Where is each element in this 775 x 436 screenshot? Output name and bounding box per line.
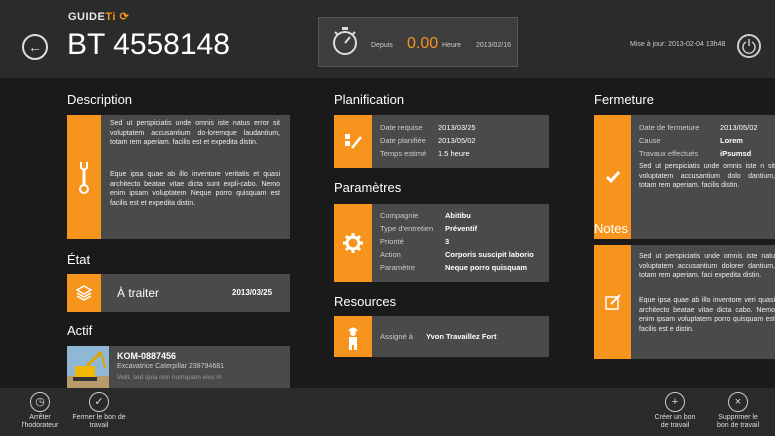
power-icon xyxy=(742,39,756,54)
resources-value: Yvon Travaillez Fort xyxy=(426,332,497,341)
actif-card[interactable]: KOM-0887456 Excavatrice Caterpillar 2387… xyxy=(67,346,290,388)
resources-card[interactable]: Assigné à Yvon Travaillez Fort xyxy=(334,316,549,357)
param-label-2: Priorité xyxy=(380,237,404,246)
logo-mark-icon: ⟳ xyxy=(115,11,130,23)
stopwatch-icon xyxy=(333,27,357,55)
hours-value: 0.00 xyxy=(407,35,439,52)
timer-panel: Depuis 0.00 Heure 2013/02/16 xyxy=(318,17,518,67)
app-logo: GUIDETi ⟳ xyxy=(68,11,130,23)
stop-timer-button[interactable]: ◷ Arrêter l'hodorateur xyxy=(14,392,66,430)
resources-label: Assigné à xyxy=(380,332,413,341)
param-value-1: Préventif xyxy=(445,224,478,233)
notes-card: Sed ut perspiciatis unde omnis iste natu… xyxy=(594,245,775,359)
content-area: Description Sed ut perspiciatis unde omn… xyxy=(0,78,775,388)
delete-workorder-label: Supprimer le bon de travail xyxy=(716,414,760,429)
checkmark-icon xyxy=(605,171,620,184)
resources-stripe xyxy=(334,316,372,357)
planification-stripe xyxy=(334,115,372,168)
stopwatch-icon: ◷ xyxy=(30,392,50,412)
timer-date: 2013/02/16 xyxy=(476,42,512,49)
wrench-icon xyxy=(79,162,89,194)
notes-para-1: Sed ut perspiciatis unde omnis iste natu… xyxy=(639,253,775,279)
param-label-3: Action xyxy=(380,250,401,259)
fermeture-cause-label: Cause xyxy=(639,136,661,145)
description-title: Description xyxy=(67,92,133,107)
last-update: Mise à jour: 2013-02-04 13h48 xyxy=(630,41,726,48)
create-workorder-label: Créer un bon de travail xyxy=(654,414,696,429)
param-value-2: 3 xyxy=(445,237,450,246)
asset-code: KOM-0887456 xyxy=(117,351,177,361)
parametres-card: Compagnie Abitibu Type d'entretien Préve… xyxy=(334,204,549,282)
planification-card: Date requise 2013/03/25 Date planifiée 2… xyxy=(334,115,549,168)
fermeture-date-value: 2013/05/02 xyxy=(720,123,758,132)
description-para-2: Eque ipsa quae ab illo inventore veritat… xyxy=(110,171,280,207)
resources-title: Resources xyxy=(334,294,397,309)
etat-card[interactable]: À traiter 2013/03/25 xyxy=(67,274,290,312)
delete-workorder-button[interactable]: × Supprimer le bon de travail xyxy=(712,392,764,430)
fermeture-date-label: Date de fermeture xyxy=(639,123,700,132)
etat-date: 2013/03/25 xyxy=(232,288,273,297)
plan-label-1: Date planifiée xyxy=(380,136,426,145)
back-button[interactable]: ← xyxy=(22,34,48,60)
plan-value-1: 2013/05/02 xyxy=(438,136,476,145)
notes-stripe xyxy=(594,245,631,359)
param-label-4: Paramètre xyxy=(380,263,416,272)
notes-para-2: Eque ipsa quae ab illo inventore veri qu… xyxy=(639,297,775,333)
since-label: Depuis xyxy=(371,42,393,49)
plan-value-0: 2013/03/25 xyxy=(438,123,476,132)
notes-title: Notes xyxy=(594,221,628,236)
description-stripe xyxy=(67,115,101,239)
stop-timer-label: Arrêter l'hodorateur xyxy=(21,414,59,429)
fermeture-travaux-label: Travaux effectués xyxy=(639,149,699,158)
plan-label-2: Temps estimé xyxy=(380,149,427,158)
hours-label: Heure xyxy=(442,42,462,49)
fermeture-title: Fermeture xyxy=(594,92,654,107)
actif-title: Actif xyxy=(67,323,93,338)
worker-icon xyxy=(348,327,358,350)
description-para-1: Sed ut perspiciatis unde omnis iste natu… xyxy=(110,120,280,146)
fermeture-text: Sed ut perspiciatis unde omnis iste n si… xyxy=(639,163,775,189)
create-workorder-button[interactable]: + Créer un bon de travail xyxy=(650,392,700,430)
fermeture-cause-value: Lorem iPsumsd xyxy=(720,136,752,158)
asset-name: Excavatrice Caterpillar 238794681 xyxy=(117,363,225,370)
parametres-title: Paramètres xyxy=(334,180,402,195)
power-button[interactable] xyxy=(737,34,761,58)
param-label-1: Type d'entretien xyxy=(380,224,434,233)
plan-value-2: 1.5 heure xyxy=(438,149,470,158)
asset-photo xyxy=(67,346,109,388)
close-workorder-button[interactable]: ✓ Fermer le bon de travail xyxy=(72,392,126,430)
header: GUIDETi ⟳ ← BT 4558148 Depuis 0.00 Heure… xyxy=(0,0,775,78)
arrow-left-icon: ← xyxy=(28,39,42,55)
etat-title: État xyxy=(67,252,91,267)
close-icon: × xyxy=(728,392,748,412)
plus-icon: + xyxy=(665,392,685,412)
checkmark-icon: ✓ xyxy=(89,392,109,412)
close-workorder-label: Fermer le bon de travail xyxy=(72,414,126,429)
etat-stripe xyxy=(67,274,101,312)
plan-label-0: Date requise xyxy=(380,123,423,132)
asset-description: Velit, sed quia non numquam eius m xyxy=(117,374,222,381)
param-value-4: Neque porro quisquam xyxy=(445,263,528,272)
layers-icon xyxy=(75,285,93,301)
param-value-0: Abitibu xyxy=(445,211,471,220)
planification-title: Planification xyxy=(334,92,405,107)
etat-status: À traiter xyxy=(117,286,160,300)
parametres-stripe xyxy=(334,204,372,282)
param-value-3: Corporis suscipit laborio xyxy=(445,250,534,259)
gear-icon xyxy=(343,233,363,253)
edit-pencil-icon xyxy=(345,133,362,149)
page-title: BT 4558148 xyxy=(67,28,230,61)
param-label-0: Compagnie xyxy=(380,211,419,220)
app-bar: ◷ Arrêter l'hodorateur ✓ Fermer le bon d… xyxy=(0,388,775,436)
note-edit-icon xyxy=(604,294,621,310)
description-card: Sed ut perspiciatis unde omnis iste natu… xyxy=(67,115,290,239)
